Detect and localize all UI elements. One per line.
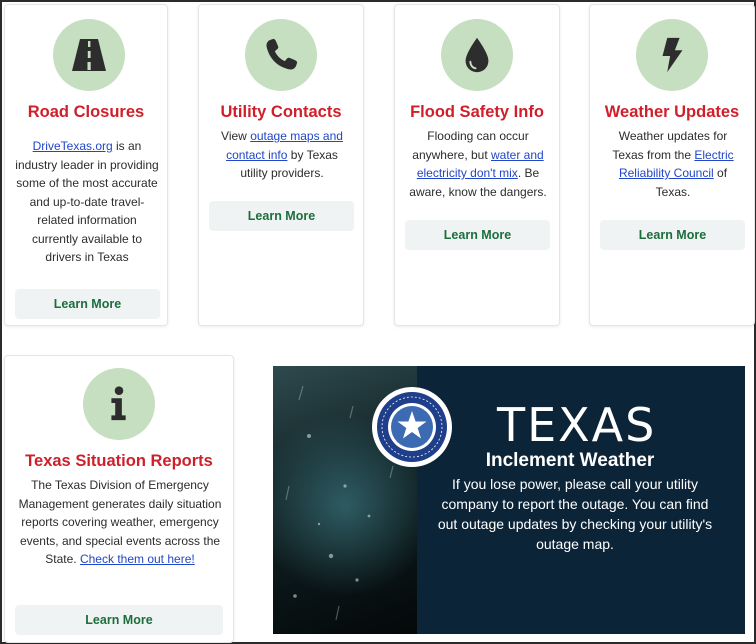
card-description: The Texas Division of Emergency Manageme… (17, 476, 223, 569)
card-description: View outage maps and contact info by Tex… (211, 127, 353, 183)
card-title: Utility Contacts (220, 103, 342, 121)
banner-title: TEXAS (497, 398, 657, 452)
learn-more-button[interactable]: Learn More (600, 220, 745, 250)
banner-subtitle: Inclement Weather (485, 450, 655, 471)
card-description: Weather updates for Texas from the Elect… (606, 127, 740, 201)
inclement-weather-banner[interactable]: TEXAS Inclement Weather If you lose powe… (273, 366, 745, 634)
card-title: Road Closures (27, 103, 145, 121)
weather-updates-card: Weather Updates Weather updates for Texa… (589, 4, 755, 326)
learn-more-button[interactable]: Learn More (15, 289, 160, 319)
learn-more-button[interactable]: Learn More (15, 605, 223, 635)
card-description: DriveTexas.org is an industry leader in … (15, 137, 159, 267)
card-title: Texas Situation Reports (25, 452, 213, 470)
flood-safety-card: Flood Safety Info Flooding can occur any… (394, 4, 560, 326)
description-link[interactable]: DriveTexas.org (33, 139, 113, 153)
learn-more-button[interactable]: Learn More (405, 220, 550, 250)
lightning-bolt-icon (636, 19, 708, 91)
banner-body-text: If you lose power, please call your util… (437, 476, 713, 552)
water-drop-icon (441, 19, 513, 91)
card-description: Flooding can occur anywhere, but water a… (405, 127, 551, 201)
phone-icon (245, 19, 317, 91)
description-text: is an industry leader in providing some … (15, 139, 159, 264)
info-icon (83, 368, 155, 440)
road-closures-card: Road Closures DriveTexas.org is an indus… (4, 4, 168, 326)
card-title: Flood Safety Info (410, 103, 544, 121)
card-title: Weather Updates (604, 103, 740, 121)
description-text: View (221, 129, 251, 143)
road-icon (53, 19, 125, 91)
description-link[interactable]: Check them out here! (80, 552, 195, 566)
puc-texas-seal-icon (371, 386, 453, 468)
situation-reports-card: Texas Situation Reports The Texas Divisi… (4, 355, 234, 643)
learn-more-button[interactable]: Learn More (209, 201, 354, 231)
utility-contacts-card: Utility Contacts View outage maps and co… (198, 4, 364, 326)
